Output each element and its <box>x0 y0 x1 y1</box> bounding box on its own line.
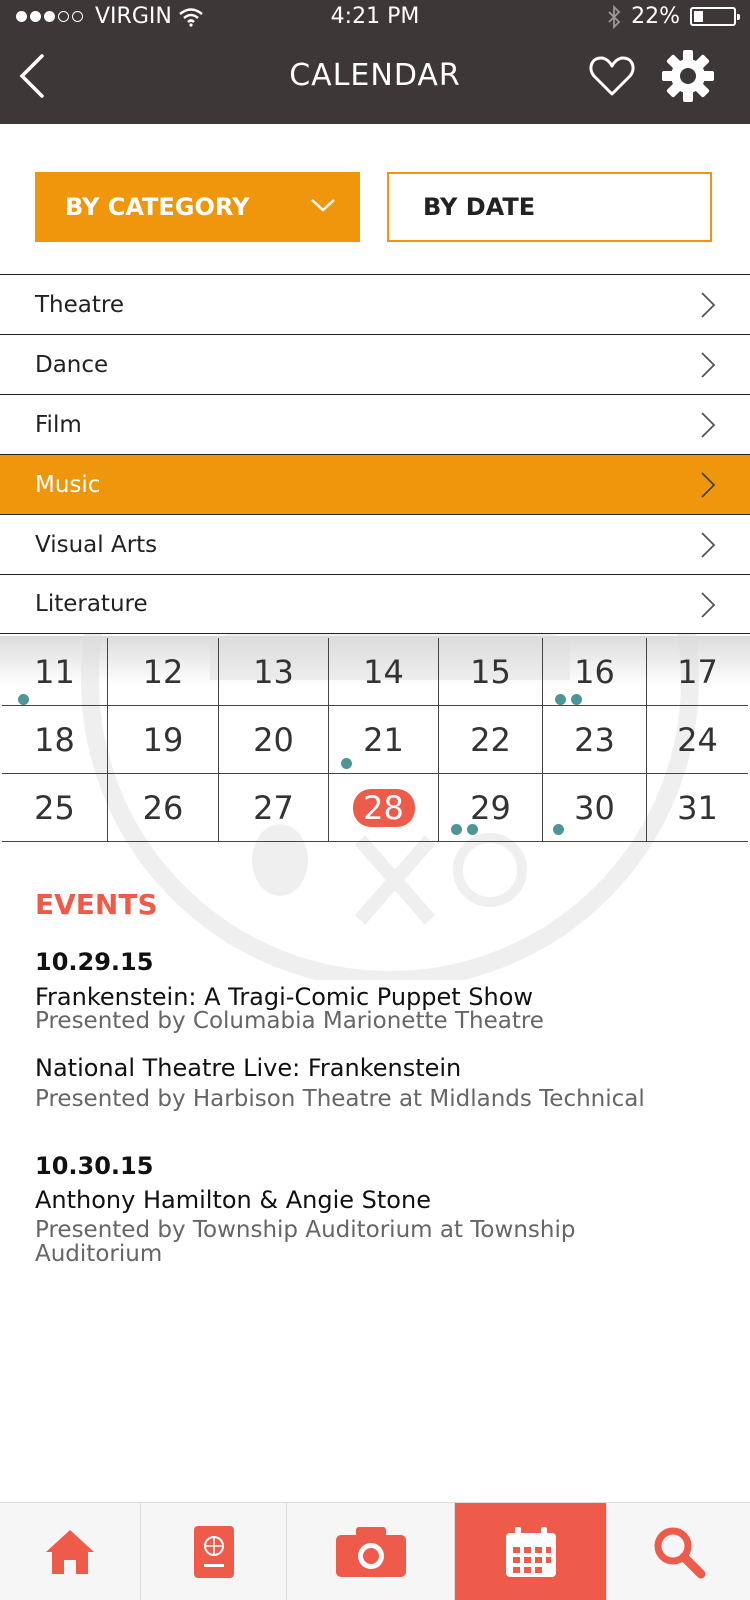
chevron-right-icon <box>701 352 716 378</box>
event-presenter: Presented by Harbison Theatre at Midland… <box>35 1086 645 1112</box>
chevron-right-icon <box>701 472 716 498</box>
calendar-day[interactable]: 17 <box>647 638 748 705</box>
status-right: 22% <box>607 4 740 29</box>
category-item-dance[interactable]: Dance <box>0 334 750 394</box>
tab-search[interactable] <box>607 1503 750 1600</box>
calendar-week: 25 26 27 28 29 30 31 <box>2 774 748 842</box>
calendar-day[interactable]: 16 <box>543 638 647 705</box>
category-label: Dance <box>35 351 109 378</box>
battery-percent: 22% <box>631 4 680 29</box>
category-item-theatre[interactable]: Theatre <box>0 274 750 334</box>
tab-calendar[interactable] <box>455 1503 607 1600</box>
event-title[interactable]: Frankenstein: A Tragi-Comic Puppet Show <box>35 983 533 1011</box>
calendar-day[interactable]: 23 <box>543 706 647 773</box>
calendar-day[interactable]: 15 <box>439 638 543 705</box>
battery-icon <box>690 7 740 26</box>
calendar-day[interactable]: 20 <box>219 706 329 773</box>
category-label: Visual Arts <box>35 531 158 558</box>
category-list: Theatre Dance Film Music Visual Arts Lit… <box>0 274 750 634</box>
tab-home[interactable] <box>0 1503 141 1600</box>
tab-passport[interactable] <box>141 1503 287 1600</box>
event-dot <box>341 758 352 769</box>
chevron-right-icon <box>701 292 716 318</box>
bluetooth-icon <box>608 4 621 29</box>
calendar-day[interactable]: 18 <box>2 706 108 773</box>
event-date: 10.30.15 <box>35 1152 154 1180</box>
page-title: CALENDAR <box>289 58 461 93</box>
event-dot <box>571 694 582 705</box>
chevron-right-icon <box>701 532 716 558</box>
calendar-day[interactable]: 26 <box>108 774 219 841</box>
events-heading: EVENTS <box>35 888 158 921</box>
tab-bar <box>0 1502 750 1600</box>
calendar-day[interactable]: 24 <box>647 706 748 773</box>
calendar-day[interactable]: 31 <box>647 774 748 841</box>
event-title[interactable]: Anthony Hamilton & Angie Stone <box>35 1186 431 1214</box>
event-date: 10.29.15 <box>35 948 154 976</box>
today-badge: 28 <box>352 788 415 827</box>
category-label: Film <box>35 411 82 438</box>
event-dot <box>18 694 29 705</box>
calendar-day[interactable]: 19 <box>108 706 219 773</box>
category-label: Theatre <box>35 291 124 318</box>
category-label: Music <box>35 471 101 498</box>
calendar-week: 11 12 13 14 15 16 17 <box>2 638 748 706</box>
status-bar: VIRGIN 4:21 PM 22% <box>0 0 750 34</box>
calendar-grid: 11 12 13 14 15 16 17 18 19 20 21 22 23 2… <box>2 638 748 842</box>
calendar-day[interactable]: 13 <box>219 638 329 705</box>
calendar-day[interactable]: 27 <box>219 774 329 841</box>
camera-icon <box>335 1527 406 1577</box>
calendar-day[interactable]: 21 <box>329 706 439 773</box>
by-date-button[interactable]: BY DATE <box>387 172 712 242</box>
chevron-right-icon <box>701 412 716 438</box>
calendar-day[interactable]: 30 <box>543 774 647 841</box>
category-item-film[interactable]: Film <box>0 394 750 454</box>
top-bar: VIRGIN 4:21 PM 22% CALENDAR <box>0 0 750 124</box>
chevron-right-icon <box>701 592 716 618</box>
chevron-down-icon <box>311 199 335 212</box>
calendar-day[interactable]: 25 <box>2 774 108 841</box>
category-label: Literature <box>35 591 148 617</box>
passport-icon <box>193 1526 234 1578</box>
event-presenter: Presented by Columabia Marionette Theatr… <box>35 1008 544 1034</box>
search-icon <box>654 1527 705 1579</box>
event-dot <box>451 824 462 835</box>
calendar-icon <box>505 1527 556 1577</box>
category-item-literature[interactable]: Literature <box>0 574 750 634</box>
calendar-week: 18 19 20 21 22 23 24 <box>2 706 748 774</box>
event-dot <box>467 824 478 835</box>
by-date-label: BY DATE <box>423 193 536 221</box>
favorite-heart-icon[interactable] <box>588 52 636 100</box>
calendar-day[interactable]: 29 <box>439 774 543 841</box>
event-dot <box>555 694 566 705</box>
calendar-day[interactable]: 11 <box>2 638 108 705</box>
calendar-day[interactable]: 22 <box>439 706 543 773</box>
tab-camera[interactable] <box>287 1503 455 1600</box>
event-presenter: Presented by Township Auditorium at Town… <box>35 1217 576 1267</box>
by-category-label: BY CATEGORY <box>65 193 250 221</box>
home-icon <box>46 1530 94 1574</box>
calendar-day[interactable]: 14 <box>329 638 439 705</box>
gear-icon[interactable] <box>660 48 716 104</box>
event-dot <box>553 824 564 835</box>
category-item-visual-arts[interactable]: Visual Arts <box>0 514 750 574</box>
by-category-button[interactable]: BY CATEGORY <box>35 172 360 242</box>
calendar-day[interactable]: 12 <box>108 638 219 705</box>
calendar-day-today[interactable]: 28 <box>329 774 439 841</box>
event-title[interactable]: National Theatre Live: Frankenstein <box>35 1054 461 1082</box>
category-item-music[interactable]: Music <box>0 454 750 514</box>
